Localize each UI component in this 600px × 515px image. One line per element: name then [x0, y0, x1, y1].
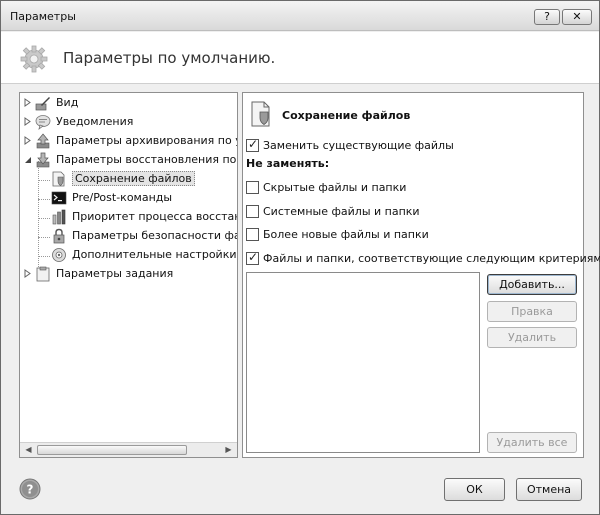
tree-item-file-security[interactable]: Параметры безопасности файлов — [50, 227, 237, 245]
checkbox-label: Более новые файлы и папки — [263, 228, 429, 241]
tree-connector — [38, 256, 50, 257]
checkbox-label: Системные файлы и папки — [263, 205, 420, 218]
tree-item-file-preservation[interactable]: Сохранение файлов — [50, 170, 237, 188]
console-icon — [51, 191, 67, 205]
do-not-replace-heading: Не заменять: — [246, 157, 330, 170]
tree-item-label: Параметры безопасности файлов — [72, 229, 237, 242]
scroll-left-arrow-icon[interactable]: ◀ — [21, 443, 36, 457]
criteria-files-checkbox-row[interactable]: Файлы и папки, соответствующие следующим… — [246, 250, 600, 267]
system-files-checkbox-row[interactable]: Системные файлы и папки — [246, 204, 576, 220]
paintbrush-icon — [35, 97, 50, 111]
tree-connector — [38, 218, 50, 219]
tree-connector — [38, 199, 50, 200]
hidden-files-checkbox[interactable] — [246, 181, 259, 194]
help-icon[interactable]: ? — [19, 478, 41, 500]
file-preservation-panel: Сохранение файлов Заменить существующие … — [242, 92, 600, 458]
tree-item-label: Параметры задания — [56, 267, 174, 280]
cancel-button[interactable]: Отмена — [516, 478, 582, 501]
delete-all-button[interactable]: Удалить все — [487, 432, 577, 453]
overwrite-existing-checkbox-row[interactable]: Заменить существующие файлы — [246, 137, 576, 154]
tree-item-label: Параметры архивирования по умолчанию — [56, 134, 237, 147]
backup-arrow-up-icon — [36, 133, 50, 149]
tree-item-backup-options[interactable]: Параметры архивирования по умолчанию — [23, 132, 237, 150]
checkbox-label: Заменить существующие файлы — [263, 139, 454, 152]
collapse-arrow-icon[interactable] — [23, 155, 32, 164]
tree-item-label: Приоритет процесса восстановления — [72, 210, 238, 223]
lock-icon — [53, 228, 65, 244]
tree-item-label: Сохранение файлов — [72, 171, 195, 186]
window-title: Параметры — [10, 10, 76, 23]
overwrite-existing-checkbox[interactable] — [246, 137, 259, 152]
tree-item-process-priority[interactable]: Приоритет процесса восстановления — [50, 208, 237, 226]
tree-item-task-options[interactable]: Параметры задания — [23, 265, 237, 283]
scrollbar-thumb[interactable] — [37, 445, 187, 455]
expand-arrow-icon[interactable] — [23, 98, 32, 107]
tree-item-pre-post-commands[interactable]: Pre/Post-команды — [50, 189, 237, 207]
options-tree: Вид Уведомления Параметры архивирования … — [19, 92, 238, 458]
expand-arrow-icon[interactable] — [23, 117, 32, 126]
tree-item-additional-settings[interactable]: Дополнительные настройки — [50, 246, 237, 264]
expand-arrow-icon[interactable] — [23, 136, 32, 145]
tree-horizontal-scrollbar[interactable]: ◀ ▶ — [20, 442, 237, 457]
notification-icon — [35, 115, 51, 130]
tree-item-label: Параметры восстановления по умолчанию — [56, 153, 237, 166]
tree-item-view[interactable]: Вид — [23, 94, 237, 112]
gear-icon — [52, 248, 66, 262]
hidden-files-checkbox-row[interactable]: Скрытые файлы и папки — [246, 180, 576, 196]
tree-item-label: Вид — [56, 96, 79, 109]
criteria-files-checkbox[interactable] — [246, 250, 259, 265]
edit-button[interactable]: Правка — [487, 301, 577, 322]
clipboard-icon — [36, 266, 50, 282]
help-glyph: ? — [27, 483, 34, 497]
priority-icon — [52, 209, 66, 225]
criteria-list[interactable] — [246, 272, 480, 453]
tree-connector — [38, 161, 39, 277]
options-dialog: Параметры ? ✕ Параметры по умолчанию. Ви… — [0, 0, 600, 515]
tree-connector — [38, 237, 50, 238]
system-files-checkbox[interactable] — [246, 205, 259, 218]
restore-arrow-down-icon — [36, 152, 50, 168]
tree-item-recovery-options[interactable]: Параметры восстановления по умолчанию — [23, 151, 237, 169]
expand-arrow-icon[interactable] — [23, 269, 32, 278]
page-title: Параметры по умолчанию. — [63, 49, 276, 67]
ok-button[interactable]: ОК — [444, 478, 505, 501]
tree-item-label: Дополнительные настройки — [72, 248, 237, 261]
tree-item-label: Уведомления — [56, 115, 134, 128]
titlebar-help-button[interactable]: ? — [534, 9, 560, 25]
tree-connector — [38, 180, 50, 181]
tree-item-label: Pre/Post-команды — [72, 191, 173, 204]
checkbox-label: Файлы и папки, соответствующие следующим… — [263, 252, 600, 265]
dialog-header: Параметры по умолчанию. — [1, 32, 599, 84]
delete-button[interactable]: Удалить — [487, 327, 577, 348]
title-bar: Параметры ? ✕ — [1, 1, 599, 31]
settings-gear-icon — [20, 45, 48, 73]
add-button[interactable]: Добавить... — [487, 274, 577, 295]
checkbox-label: Скрытые файлы и папки — [263, 181, 407, 194]
newer-files-checkbox-row[interactable]: Более новые файлы и папки — [246, 227, 576, 243]
section-title: Сохранение файлов — [282, 109, 411, 122]
file-shield-icon — [52, 171, 65, 187]
file-shield-icon — [251, 101, 270, 127]
titlebar-close-button[interactable]: ✕ — [562, 9, 592, 25]
tree-item-notifications[interactable]: Уведомления — [23, 113, 237, 131]
newer-files-checkbox[interactable] — [246, 228, 259, 241]
scroll-right-arrow-icon[interactable]: ▶ — [221, 443, 236, 457]
